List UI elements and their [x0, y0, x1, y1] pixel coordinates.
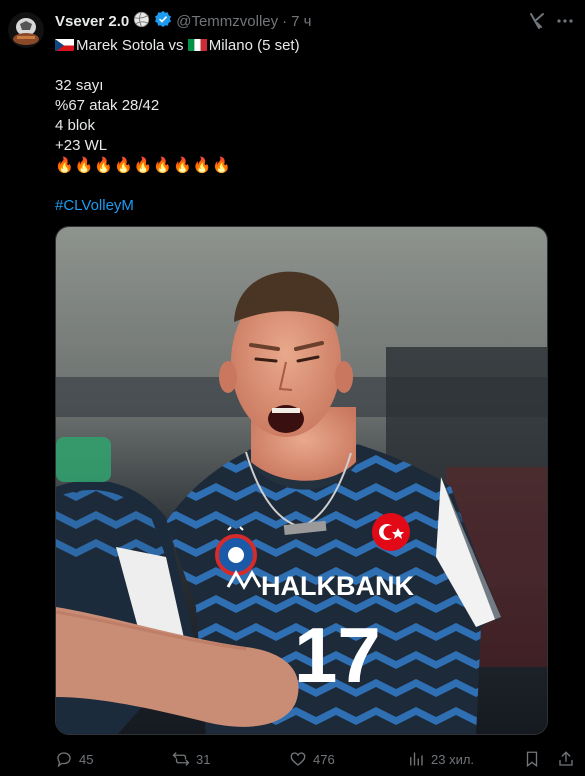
post-time[interactable]: 7 ч — [291, 13, 311, 30]
heart-icon — [290, 752, 306, 766]
czech-flag-icon — [55, 38, 74, 51]
views-count: 23 хил. — [431, 751, 475, 767]
team-name: Milano (5 set) — [208, 37, 300, 54]
reply-count: 45 — [79, 751, 94, 767]
time-separator: · — [282, 12, 288, 30]
like-count: 476 — [313, 751, 335, 767]
fire-emojis: 🔥🔥🔥🔥🔥🔥🔥🔥🔥 — [55, 157, 233, 174]
jersey-number: 17 — [294, 611, 381, 699]
bookmark-icon — [526, 751, 538, 768]
media-image[interactable]: HALKBANK 17 — [55, 226, 548, 735]
player-name: Marek Sotola — [76, 37, 165, 54]
soccer-ball-avatar-icon — [8, 12, 44, 48]
jersey-brand: HALKBANK — [261, 571, 414, 601]
repost-count: 31 — [196, 751, 211, 767]
views-chart-icon — [410, 752, 423, 766]
share-button[interactable] — [557, 748, 581, 770]
verified-badge-icon — [154, 10, 172, 32]
stat-winloss: +23 WL — [55, 137, 108, 154]
tweet-text: Marek Sotola vs Milano (5 set) 32 sayı %… — [55, 36, 575, 216]
volleyball-player-photo: HALKBANK 17 — [56, 227, 547, 734]
more-dots-icon[interactable] — [553, 9, 577, 33]
author-handle[interactable]: @Temmzvolley — [176, 13, 278, 30]
like-button[interactable]: 476 — [289, 748, 335, 770]
hashtag-link[interactable]: #CLVolleyM — [55, 196, 575, 216]
vs-text: vs — [168, 37, 184, 54]
bookmark-button[interactable] — [523, 748, 547, 770]
stat-blocks: 4 blok — [55, 117, 96, 134]
views-button[interactable]: 23 хил. — [407, 748, 474, 770]
reply-icon — [57, 752, 71, 768]
author-avatar[interactable] — [8, 12, 44, 48]
italy-flag-icon — [187, 38, 207, 51]
stat-points: 32 sayı — [55, 77, 104, 94]
stat-attack: %67 atak 28/42 — [55, 97, 160, 114]
share-icon — [559, 751, 573, 766]
match-line: Marek Sotola vs Milano (5 set) — [55, 36, 575, 56]
repost-button[interactable]: 31 — [172, 748, 210, 770]
tweet-actions: 45 31 476 23 хил. — [55, 748, 575, 772]
reply-button[interactable]: 45 — [55, 748, 93, 770]
tweet-header: Vsever 2.0 @Temmzvolley · 7 ч — [55, 10, 311, 32]
volleyball-icon — [133, 11, 150, 32]
grok-icon[interactable] — [527, 11, 547, 31]
author-name[interactable]: Vsever 2.0 — [55, 13, 129, 30]
repost-icon — [172, 752, 190, 766]
